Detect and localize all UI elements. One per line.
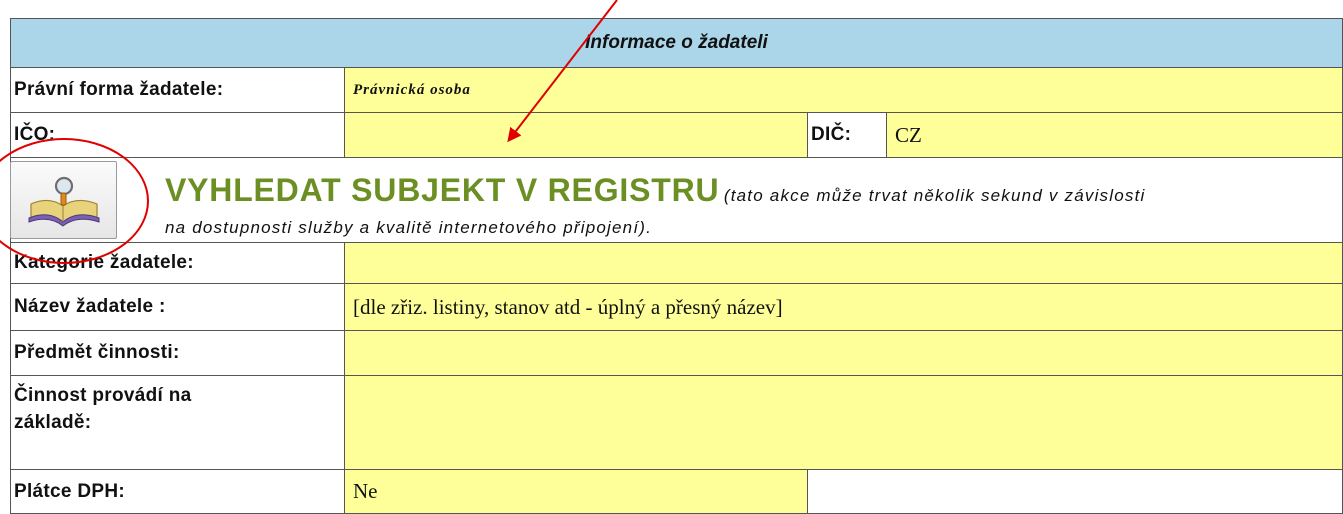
registry-search-note-1: (tato akce může trvat několik sekund v z…	[723, 186, 1146, 205]
name-value: [dle zřiz. listiny, stanov atd - úplný a…	[353, 294, 783, 319]
activity-label: Předmět činnosti:	[10, 330, 345, 376]
registry-search-button[interactable]	[10, 161, 117, 239]
name-field[interactable]: [dle zřiz. listiny, stanov atd - úplný a…	[344, 283, 1343, 331]
dic-label: DIČ:	[807, 112, 887, 158]
basis-field[interactable]	[344, 375, 1343, 470]
legal-form-field[interactable]: Právnická osoba	[344, 67, 1343, 113]
legal-form-value: Právnická osoba	[353, 81, 471, 98]
vat-empty-cell	[807, 469, 1343, 514]
legal-form-label: Právní forma žadatele:	[10, 67, 345, 113]
registry-search-note-2: na dostupnosti služby a kvalitě internet…	[165, 218, 653, 237]
section-header-text: Informace o žadateli	[585, 32, 768, 53]
category-field[interactable]	[344, 242, 1343, 284]
vat-value: Ne	[353, 479, 378, 503]
dic-value: CZ	[895, 122, 922, 147]
basis-label: Činnost provádí na základě:	[10, 375, 345, 470]
vat-field[interactable]: Ne	[344, 469, 808, 514]
basis-label-line2: základě:	[14, 412, 92, 433]
basis-label-line1: Činnost provádí na	[14, 385, 192, 406]
category-label: Kategorie žadatele:	[10, 242, 345, 284]
registry-search-text: VYHLEDAT SUBJEKT V REGISTRU (tato akce m…	[165, 172, 1343, 209]
activity-field[interactable]	[344, 330, 1343, 376]
applicant-info-form: Informace o žadateli Právní forma žadate…	[0, 0, 1343, 514]
ico-field[interactable]	[344, 112, 808, 158]
book-magnifier-icon	[28, 176, 100, 227]
ico-label: IČO:	[10, 112, 345, 158]
vat-label: Plátce DPH:	[10, 469, 345, 514]
section-header: Informace o žadateli	[10, 18, 1343, 68]
name-label: Název žadatele :	[10, 283, 345, 331]
registry-search-title[interactable]: VYHLEDAT SUBJEKT V REGISTRU	[165, 172, 719, 208]
dic-field[interactable]: CZ	[886, 112, 1343, 158]
